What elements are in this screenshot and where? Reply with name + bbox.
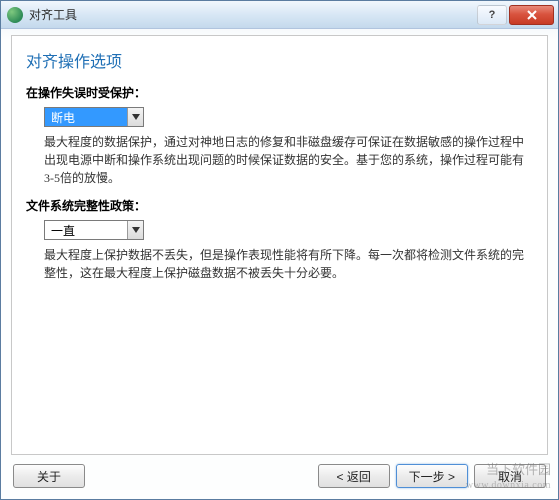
titlebar: 对齐工具 ?: [1, 1, 558, 29]
protection-dropdown-value: 断电: [45, 108, 127, 126]
chevron-down-icon: [127, 221, 143, 239]
protection-description: 最大程度的数据保护，通过对神地日志的修复和非磁盘缓存可保证在数据敏感的操作过程中…: [26, 133, 533, 187]
back-button[interactable]: < 返回: [318, 464, 390, 488]
app-icon: [7, 7, 23, 23]
integrity-description: 最大程度上保护数据不丢失，但是操作表现性能将有所下降。每一次都将检测文件系统的完…: [26, 246, 533, 282]
integrity-dropdown[interactable]: 一直: [44, 220, 144, 240]
chevron-down-icon: [127, 108, 143, 126]
cancel-button[interactable]: 取消: [474, 464, 546, 488]
window-controls: ?: [475, 5, 554, 25]
close-icon: [527, 10, 537, 20]
dialog-window: 对齐工具 ? 对齐操作选项 在操作失误时受保护： 断电 最大程度的数据保护，通过…: [0, 0, 559, 500]
integrity-dropdown-value: 一直: [45, 221, 127, 239]
help-button[interactable]: ?: [477, 5, 507, 25]
window-title: 对齐工具: [29, 6, 475, 23]
integrity-label: 文件系统完整性政策：: [26, 197, 533, 214]
next-button[interactable]: 下一步 >: [396, 464, 468, 488]
page-title: 对齐操作选项: [26, 48, 533, 72]
footer-bar: 关于 < 返回 下一步 > 取消: [1, 459, 558, 499]
about-button[interactable]: 关于: [13, 464, 85, 488]
close-button[interactable]: [509, 5, 554, 25]
content-panel: 对齐操作选项 在操作失误时受保护： 断电 最大程度的数据保护，通过对神地日志的修…: [11, 35, 548, 455]
protection-dropdown[interactable]: 断电: [44, 107, 144, 127]
protection-label: 在操作失误时受保护：: [26, 84, 533, 101]
